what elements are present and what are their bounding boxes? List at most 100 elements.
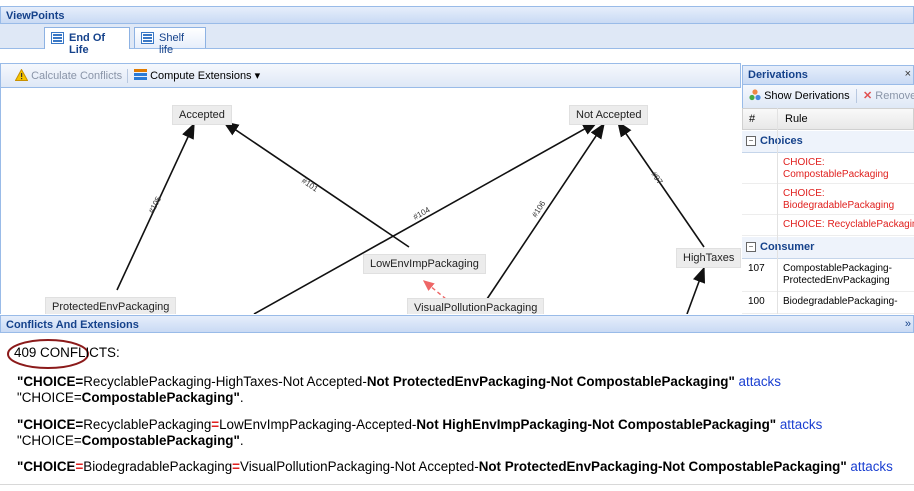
conflict-text: VisualPollutionPackaging-Not Accepted- — [240, 459, 479, 474]
rule-line: CompostablePackaging- — [783, 263, 892, 274]
collapse-icon[interactable]: − — [746, 136, 756, 147]
graph-toolbar: Calculate Conflicts Compute Extensions ▾ — [0, 63, 741, 88]
viewpoints-panel-title: ViewPoints — [0, 6, 914, 24]
argument-graph[interactable]: #105 #101 #104 #106 #97 Accepted Not Acc… — [0, 88, 742, 314]
conflict-equals: = — [211, 417, 220, 432]
edge-label-101: #101 — [300, 176, 320, 194]
table-row[interactable]: CHOICE: RecyclablePackaging — [742, 215, 914, 236]
conflict-line: "CHOICE=RecyclablePackaging=LowEnvImpPac… — [17, 417, 822, 433]
row-rule: BiodegradablePackaging- — [783, 296, 914, 308]
row-rule: CHOICE: BiodegradablePackaging — [783, 188, 914, 212]
tab-shelf-life[interactable]: Shelf life — [134, 27, 206, 56]
cluster-icon — [749, 89, 761, 101]
calculate-conflicts-label: Calculate Conflicts — [31, 70, 123, 82]
table-row[interactable]: CHOICE: BiodegradablePackaging — [742, 184, 914, 215]
rule-line: BiodegradablePackaging — [783, 200, 895, 211]
group-choices-label: Choices — [760, 135, 803, 147]
edge-high-taxes-in — [686, 266, 706, 314]
conflicts-count: 409 CONFLICTS: — [14, 345, 120, 360]
conflict-text: RecyclablePackaging-HighTaxes-Not Accept… — [83, 374, 367, 389]
edge-label-106: #106 — [530, 199, 548, 219]
edge-label-97: #97 — [649, 170, 664, 187]
conflict-text: RecyclablePackaging — [83, 417, 212, 432]
tab-end-of-life[interactable]: End Of Life — [44, 27, 130, 56]
conflict-line: "CHOICE=BiodegradablePackaging=VisualPol… — [17, 459, 893, 475]
compute-extensions-button[interactable]: Compute Extensions ▾ — [134, 69, 260, 82]
rule-line: ProtectedEnvPackaging — [783, 275, 890, 286]
row-rule: CompostablePackaging- ProtectedEnvPackagi… — [783, 263, 914, 287]
conflict-line: "CHOICE=RecyclablePackaging-HighTaxes-No… — [17, 374, 781, 390]
rule-line: CHOICE: — [783, 157, 825, 168]
table-row[interactable]: CHOICE: CompostablePackaging — [742, 153, 914, 184]
remove-x-icon: ✕ — [863, 90, 873, 102]
show-derivations-button[interactable]: Show Derivations — [749, 89, 850, 102]
column-header-num[interactable]: # — [749, 113, 755, 125]
table-row[interactable]: 107 CompostablePackaging- ProtectedEnvPac… — [742, 259, 914, 292]
row-num: 107 — [748, 263, 765, 274]
attacks-link[interactable]: attacks — [850, 459, 892, 474]
conflicts-panel-title: Conflicts And Extensions » — [0, 315, 914, 333]
collapse-icon[interactable]: − — [746, 242, 756, 253]
edge-dashed-attack — [422, 280, 447, 300]
attacks-link[interactable]: attacks — [739, 374, 781, 389]
derivations-panel-title: Derivations × — [742, 65, 914, 85]
graph-node-protected-env-packaging[interactable]: ProtectedEnvPackaging — [45, 297, 177, 314]
graph-node-not-accepted[interactable]: Not Accepted — [569, 105, 649, 125]
conflict-text: Not ProtectedEnvPackaging-Not Compostabl… — [478, 459, 847, 474]
viewpoints-tab-strip: End Of Life Shelf life — [0, 24, 914, 56]
group-consumer-label: Consumer — [760, 241, 815, 253]
derivations-title: Derivations — [748, 69, 808, 81]
conflict-line: "CHOICE=CompostablePackaging". — [17, 433, 244, 449]
grid-icon — [51, 32, 64, 44]
row-rule: CHOICE: CompostablePackaging — [783, 157, 914, 181]
tab-shelf-life-label: Shelf life — [159, 32, 185, 56]
close-icon[interactable]: × — [905, 68, 911, 80]
attacks-link[interactable]: attacks — [780, 417, 822, 432]
graph-node-high-taxes[interactable]: HighTaxes — [676, 248, 742, 268]
conflict-text: "CHOICE= — [17, 433, 82, 448]
derivations-toolbar: Show Derivations ✕ Remove — [742, 85, 914, 108]
remove-label: Remove — [875, 90, 914, 102]
group-header-consumer[interactable]: − Consumer — [742, 237, 914, 259]
collapse-panel-icon[interactable]: » — [905, 318, 911, 330]
conflicts-title: Conflicts And Extensions — [6, 319, 139, 331]
warning-icon — [14, 68, 29, 81]
row-rule: CHOICE: RecyclablePackaging — [783, 219, 914, 231]
graph-node-low-env-imp-packaging[interactable]: LowEnvImpPackaging — [363, 254, 486, 274]
remove-button[interactable]: ✕ Remove — [863, 89, 914, 102]
toolbar-separator — [856, 89, 857, 103]
conflict-text: . — [239, 433, 244, 448]
rule-line: CHOICE: RecyclablePackaging — [783, 219, 914, 230]
chevron-down-icon: ▾ — [254, 70, 261, 82]
toolbar-separator — [127, 69, 128, 83]
conflicts-panel-body: 409 CONFLICTS: "CHOICE=RecyclablePackagi… — [0, 333, 914, 491]
conflict-text: "CHOICE= — [17, 374, 84, 389]
panel-divider — [0, 484, 914, 485]
list-icon — [134, 69, 147, 80]
row-num: 100 — [748, 296, 765, 307]
show-derivations-label: Show Derivations — [764, 90, 850, 102]
rule-line: BiodegradablePackaging- — [783, 296, 898, 307]
conflict-equals: = — [232, 459, 240, 474]
group-header-choices[interactable]: − Choices — [742, 131, 914, 153]
table-row[interactable]: 100 BiodegradablePackaging- — [742, 292, 914, 314]
derivations-column-header: # Rule — [742, 108, 914, 130]
conflict-line: "CHOICE=CompostablePackaging". — [17, 390, 244, 406]
rule-line: CompostablePackaging — [783, 169, 889, 180]
conflict-text: "CHOICE — [17, 459, 76, 474]
conflict-text: BiodegradablePackaging — [83, 459, 233, 474]
edge-label-105: #105 — [147, 195, 164, 215]
edge-104 — [253, 121, 599, 314]
edge-97 — [617, 120, 705, 248]
conflict-text: Not ProtectedEnvPackaging-Not Compostabl… — [366, 374, 735, 389]
conflict-text: CompostablePackaging" — [81, 390, 240, 405]
column-divider — [777, 108, 778, 314]
conflict-text: LowEnvImpPackaging-Accepted- — [219, 417, 417, 432]
grid-icon — [141, 32, 154, 44]
graph-node-visual-pollution-packaging[interactable]: VisualPollutionPackaging — [407, 298, 545, 314]
tab-end-of-life-label: End Of Life — [69, 32, 106, 56]
column-header-rule[interactable]: Rule — [785, 113, 808, 125]
graph-node-accepted[interactable]: Accepted — [172, 105, 232, 125]
conflict-text: Not HighEnvImpPackaging-Not CompostableP… — [416, 417, 777, 432]
calculate-conflicts-button[interactable]: Calculate Conflicts — [14, 68, 123, 82]
